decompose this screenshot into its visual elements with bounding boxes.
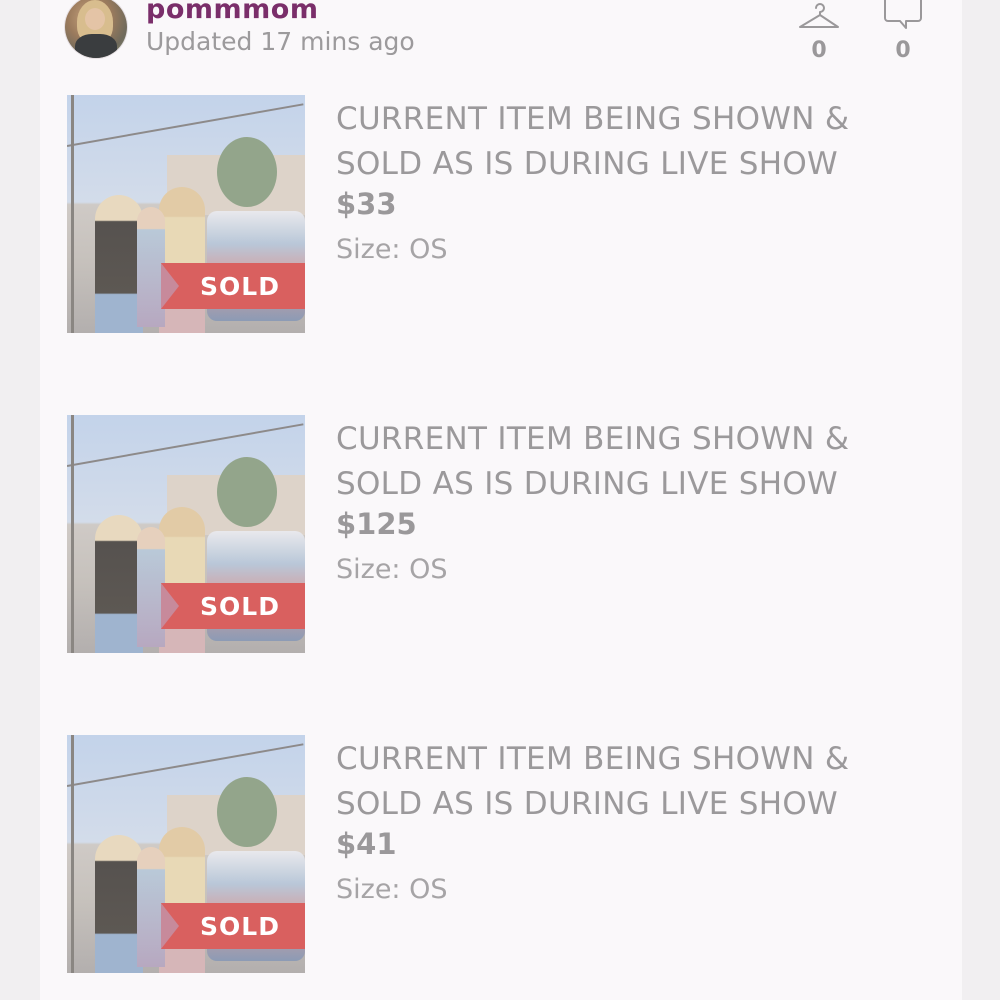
closet-card: pommmom Updated 17 mins ago 0 0 SOLD CUR… [40,0,962,1000]
listing-title[interactable]: CURRENT ITEM BEING SHOWN & SOLD AS IS DU… [336,417,956,507]
listing-price: $33 [336,187,397,221]
sold-badge: SOLD [161,583,305,629]
photo-person [159,827,205,973]
listing-price: $41 [336,827,397,861]
photo-wire [67,103,304,147]
sold-badge: SOLD [161,903,305,949]
photo-tree [217,137,277,207]
listing-title-line: SOLD AS IS DURING LIVE SHOW [336,786,838,822]
avatar-body [75,34,117,58]
sold-badge-label: SOLD [200,271,280,301]
photo-person [159,187,205,333]
sold-badge: SOLD [161,263,305,309]
listing-thumbnail[interactable]: SOLD [67,415,305,653]
comments-count: 0 [895,38,911,63]
listing-thumbnail[interactable]: SOLD [67,95,305,333]
listing-thumbnail[interactable]: SOLD [67,735,305,973]
sold-badge-label: SOLD [200,591,280,621]
hanger-icon [799,3,839,28]
listing-price: $125 [336,507,417,541]
updated-time: Updated 17 mins ago [146,27,415,56]
listing-title-line: CURRENT ITEM BEING SHOWN & [336,421,850,457]
photo-wire [67,743,304,787]
listing-item[interactable]: SOLD CURRENT ITEM BEING SHOWN & SOLD AS … [67,95,947,335]
listing-title[interactable]: CURRENT ITEM BEING SHOWN & SOLD AS IS DU… [336,737,956,827]
listing-item[interactable]: SOLD CURRENT ITEM BEING SHOWN & SOLD AS … [67,415,947,655]
card-header: pommmom Updated 17 mins ago 0 0 [40,0,962,80]
photo-tree [217,457,277,527]
listing-title[interactable]: CURRENT ITEM BEING SHOWN & SOLD AS IS DU… [336,97,956,187]
listing-item[interactable]: SOLD CURRENT ITEM BEING SHOWN & SOLD AS … [67,735,947,975]
photo-wire [67,423,304,467]
avatar[interactable] [65,0,127,58]
listing-title-line: SOLD AS IS DURING LIVE SHOW [336,466,838,502]
comments-button[interactable]: 0 [875,0,931,63]
photo-person [95,835,143,973]
photo-pole [71,415,74,653]
listing-title-line: SOLD AS IS DURING LIVE SHOW [336,146,838,182]
comment-bubble-icon [884,0,922,29]
listing-title-line: CURRENT ITEM BEING SHOWN & [336,741,850,777]
listing-size: Size: OS [336,874,448,905]
photo-person [159,507,205,653]
photo-tree [217,777,277,847]
likes-count: 0 [811,38,827,63]
photo-pole [71,735,74,973]
username-link[interactable]: pommmom [146,0,318,25]
sold-badge-label: SOLD [200,911,280,941]
listing-size: Size: OS [336,554,448,585]
likes-button[interactable]: 0 [791,0,847,63]
photo-person [95,195,143,333]
photo-pole [71,95,74,333]
photo-person [95,515,143,653]
listing-title-line: CURRENT ITEM BEING SHOWN & [336,101,850,137]
avatar-face [85,8,105,30]
listing-size: Size: OS [336,234,448,265]
